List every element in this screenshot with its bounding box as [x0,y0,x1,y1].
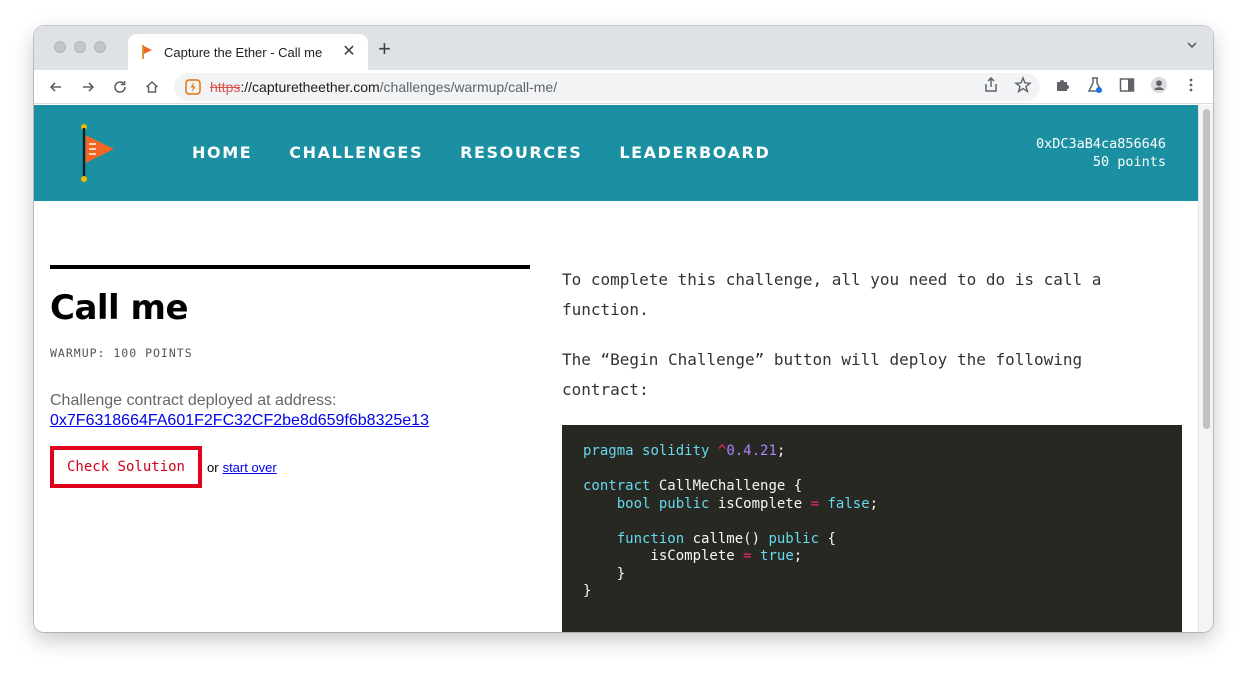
browser-tab-active[interactable]: Capture the Ether - Call me ✕ [128,34,368,70]
zoom-window-button[interactable] [94,41,106,53]
lab-flask-icon[interactable] [1086,76,1104,94]
deployed-contract-address-link[interactable]: 0x7F6318664FA601F2FC32CF2be8d659f6b8325e… [50,412,530,430]
start-over-link[interactable]: start over [223,460,277,475]
home-icon [145,80,159,93]
more-menu-icon[interactable] [1182,76,1200,94]
nav-resources-link[interactable]: RESOURCES [460,143,582,162]
main-nav: HOME CHALLENGES RESOURCES LEADERBOARD [192,143,770,162]
code-line: pragma solidity ^0.4.21; [583,443,786,459]
site-header: HOME CHALLENGES RESOURCES LEADERBOARD 0x… [34,105,1198,201]
share-icon[interactable] [982,76,1000,94]
challenge-category-points: WARMUP: 100 POINTS [50,346,193,360]
check-solution-button[interactable]: Check Solution [50,446,202,488]
forward-button[interactable] [76,75,100,99]
nav-challenges-link[interactable]: CHALLENGES [289,143,423,162]
tab-strip: Capture the Ether - Call me ✕ + [34,26,1213,70]
tab-title: Capture the Ether - Call me [164,44,323,60]
code-line: isComplete = true; [583,548,803,564]
nav-home-link[interactable]: HOME [192,143,252,162]
challenge-actions: Check Solution or start over [50,446,530,488]
extensions-puzzle-icon[interactable] [1054,76,1072,94]
or-text: or [207,459,219,475]
tab-close-icon[interactable]: ✕ [340,44,358,60]
nav-leaderboard-link[interactable]: LEADERBOARD [619,143,770,162]
not-secure-icon[interactable] [184,78,202,96]
description-paragraph-1: To complete this challenge, all you need… [562,270,1102,319]
contract-source-code: pragma solidity ^0.4.21; contract CallMeC… [562,425,1182,632]
tab-search-icon[interactable] [1185,38,1199,52]
reload-icon [114,81,126,93]
new-tab-button[interactable]: + [378,38,391,60]
deploy-address-label: Challenge contract deployed at address: [50,392,337,409]
page-scrollbar[interactable] [1198,105,1213,632]
code-line: bool public isComplete = false; [616,495,879,512]
challenge-title: Call me [50,288,189,328]
code-line: function callme() public { [616,530,836,547]
browser-toolbar: https://capturetheether.com/challenges/w… [34,70,1213,104]
account-info: 0xDC3aB4ca856646 50 points [1036,135,1166,171]
url-scheme: https [210,79,241,95]
arrow-left-icon [49,82,61,92]
challenge-panel: Call me WARMUP: 100 POINTS Challenge con… [50,265,530,488]
browser-window: Capture the Ether - Call me ✕ + https://… [34,26,1213,632]
capture-the-ether-flag-logo-icon[interactable] [76,123,116,183]
page-viewport: HOME CHALLENGES RESOURCES LEADERBOARD 0x… [34,105,1198,632]
scrollbar-thumb[interactable] [1203,109,1210,429]
code-line: contract CallMeChallenge { [583,478,803,494]
url-text: https://capturetheether.com/challenges/w… [210,79,557,95]
section-divider [50,265,530,269]
profile-avatar-icon[interactable] [1150,76,1168,94]
close-window-button[interactable] [54,41,66,53]
flag-icon [142,45,152,59]
account-points: 50 points [1092,154,1166,170]
reload-button[interactable] [108,75,132,99]
challenge-description: To complete this challenge, all you need… [562,265,1182,632]
account-address: 0xDC3aB4ca856646 [1035,136,1166,152]
code-line: } [583,565,626,582]
home-button[interactable] [140,75,164,99]
side-panel-icon[interactable] [1118,76,1136,94]
url-host: ://capturetheether.com [240,79,380,95]
code-line: } [583,583,592,599]
url-path: /challenges/warmup/call-me/ [379,79,558,95]
back-button[interactable] [44,75,68,99]
address-bar[interactable]: https://capturetheether.com/challenges/w… [174,73,1040,101]
arrow-right-icon [83,82,95,92]
description-paragraph-2: The “Begin Challenge” button will deploy… [562,350,1083,399]
bookmark-star-icon[interactable] [1014,76,1032,94]
minimize-window-button[interactable] [74,41,86,53]
